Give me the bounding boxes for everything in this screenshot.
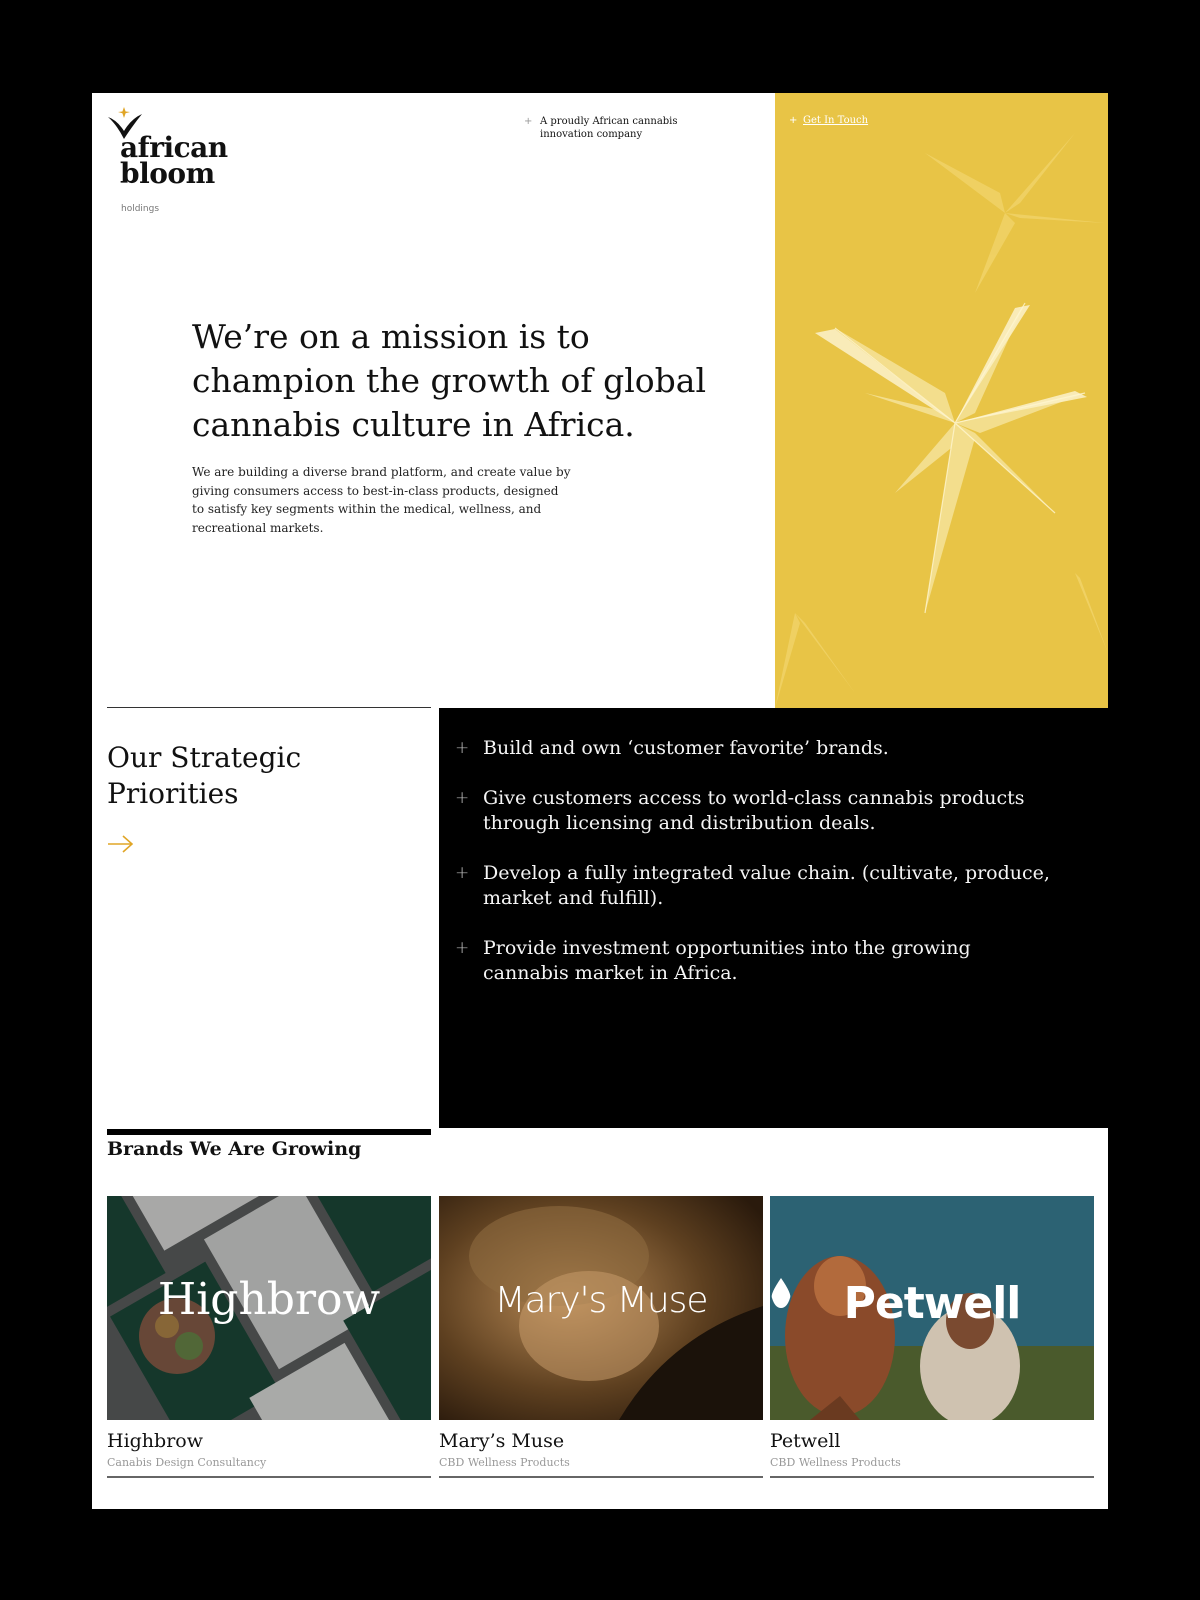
priorities-list: + Build and own ‘customer favorite’ bran…	[455, 736, 1055, 1011]
brand-description: CBD Wellness Products	[770, 1456, 1094, 1478]
logo-subtitle: holdings	[121, 204, 160, 214]
hero-image-cannabis-leaf: + Get In Touch	[775, 93, 1108, 708]
brand-logo[interactable]: african bloom holdings	[107, 105, 247, 214]
brand-name: Petwell	[770, 1430, 841, 1452]
brand-card-highbrow[interactable]: Highbrow Highbrow Canabis Design Consult…	[107, 1196, 431, 1478]
priorities-header-panel: Our Strategic Priorities	[107, 707, 431, 1135]
brand-image: Petwell	[770, 1196, 1094, 1420]
brands-heading: Brands We Are Growing	[107, 1138, 362, 1160]
brand-description: Canabis Design Consultancy	[107, 1456, 431, 1478]
priority-item: + Provide investment opportunities into …	[455, 937, 971, 984]
plus-icon: +	[455, 938, 470, 958]
hero-body: We are building a diverse brand platform…	[192, 465, 571, 535]
logo-wordmark: african bloom	[120, 131, 228, 190]
plus-icon: +	[455, 788, 470, 808]
priorities-list-panel: + Build and own ‘customer favorite’ bran…	[439, 708, 1108, 1128]
marys-muse-logo: Mary's Muse	[494, 1280, 708, 1321]
page: african bloom holdings + A proudly Afric…	[92, 93, 1108, 1509]
petwell-logo: Petwell	[770, 1278, 1094, 1329]
brand-name: Mary’s Muse	[439, 1430, 565, 1452]
priority-item: + Build and own ‘customer favorite’ bran…	[455, 737, 889, 759]
brand-description: CBD Wellness Products	[439, 1456, 763, 1478]
plus-icon: +	[789, 115, 798, 126]
arrow-right-icon[interactable]	[107, 834, 135, 854]
priority-item: + Give customers access to world-class c…	[455, 787, 1025, 834]
hero-title: We’re on a mission is to champion the gr…	[192, 317, 707, 444]
brand-card-petwell[interactable]: Petwell Petwell CBD Wellness Products	[770, 1196, 1094, 1478]
plus-icon: +	[455, 863, 470, 883]
brand-name: Highbrow	[107, 1430, 203, 1452]
cannabis-leaf-illustration	[775, 93, 1108, 708]
priority-item: + Develop a fully integrated value chain…	[455, 862, 1050, 909]
plus-icon: +	[455, 738, 470, 758]
get-in-touch-link[interactable]: + Get In Touch	[789, 115, 868, 126]
droplet-icon	[771, 1278, 791, 1308]
brand-card-marys-muse[interactable]: Mary's Muse Mary’s Muse CBD Wellness Pro…	[439, 1196, 763, 1478]
brand-image: Mary's Muse	[439, 1196, 763, 1420]
tagline: + A proudly African cannabis innovation …	[524, 116, 678, 140]
priorities-heading: Our Strategic Priorities	[107, 741, 302, 810]
brand-image: Highbrow	[107, 1196, 431, 1420]
plus-icon: +	[524, 116, 533, 127]
highbrow-logo: Highbrow	[157, 1274, 381, 1325]
